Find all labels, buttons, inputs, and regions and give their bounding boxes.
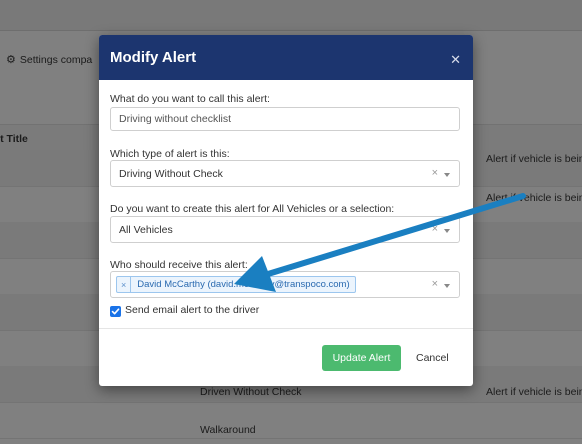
modal-footer-divider — [99, 328, 473, 329]
recipient-tag: × David McCarthy (david.mccarthy@transpo… — [116, 276, 356, 293]
alert-type-label: Which type of alert is this: — [110, 148, 230, 160]
alert-name-label: What do you want to call this alert: — [110, 93, 270, 105]
modal-title: Modify Alert — [110, 49, 197, 66]
clear-icon[interactable]: × — [432, 167, 438, 179]
clear-icon[interactable]: × — [432, 223, 438, 235]
vehicles-label: Do you want to create this alert for All… — [110, 203, 395, 215]
recipients-select[interactable]: × David McCarthy (david.mccarthy@transpo… — [110, 271, 460, 298]
tag-remove-icon[interactable]: × — [117, 277, 132, 292]
send-driver-email-checkbox[interactable] — [110, 306, 121, 317]
alert-type-select[interactable]: Driving Without Check × — [110, 160, 460, 187]
alert-type-value: Driving Without Check — [119, 168, 223, 180]
chevron-down-icon[interactable] — [444, 173, 450, 177]
alert-name-input[interactable] — [110, 107, 460, 131]
vehicles-value: All Vehicles — [119, 224, 173, 236]
chevron-down-icon[interactable] — [444, 229, 450, 233]
close-icon[interactable]: ✕ — [450, 52, 461, 68]
cancel-button[interactable]: Cancel — [410, 345, 454, 371]
clear-icon[interactable]: × — [432, 278, 438, 290]
recipient-tag-label: David McCarthy (david.mccarthy@transpoco… — [137, 279, 350, 290]
chevron-down-icon[interactable] — [444, 284, 450, 288]
vehicles-select[interactable]: All Vehicles × — [110, 216, 460, 243]
modify-alert-dialog: Modify Alert ✕ What do you want to call … — [99, 35, 473, 386]
update-alert-button[interactable]: Update Alert — [322, 345, 401, 371]
check-icon — [111, 308, 120, 315]
recipients-label: Who should receive this alert: — [110, 259, 248, 271]
send-driver-email-label[interactable]: Send email alert to the driver — [125, 304, 259, 316]
modal-header: Modify Alert ✕ — [99, 35, 473, 80]
